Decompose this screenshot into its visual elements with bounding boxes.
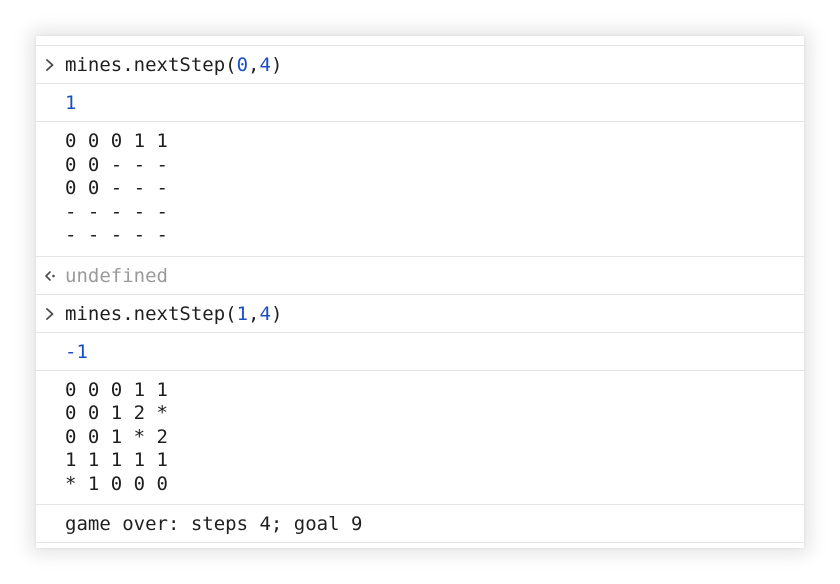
console-input-line[interactable]: mines.nextStep(1,4) <box>36 295 804 333</box>
grid-row: 0 0 1 2 * <box>65 402 168 424</box>
console-log-grid: 0 0 0 1 1 0 0 - - - 0 0 - - - - - - - - … <box>36 122 804 257</box>
chevron-right-icon <box>42 46 58 84</box>
return-arrow-icon <box>42 257 58 295</box>
console-log-grid: 0 0 0 1 1 0 0 1 2 * 0 0 1 * 2 1 1 1 1 1 … <box>36 371 804 505</box>
console-return-line: undefined <box>36 257 804 295</box>
console-log-line: 1 <box>36 84 804 122</box>
grid-row: - - - - - <box>65 224 168 246</box>
grid-row: 1 1 1 1 1 <box>65 449 168 471</box>
grid-row: 0 0 0 1 1 <box>65 130 168 152</box>
console-message-line: game over: steps 4; goal 9 <box>36 505 804 543</box>
grid-row: 0 0 - - - <box>65 177 168 199</box>
log-value: 1 <box>65 92 77 114</box>
return-value: undefined <box>65 264 168 287</box>
previous-entry-stub <box>36 36 804 46</box>
log-value: -1 <box>65 340 88 363</box>
command-text: mines.nextStep(0,4) <box>65 54 283 76</box>
console-log-line: -1 <box>36 333 804 371</box>
grid-row: 0 0 - - - <box>65 153 168 176</box>
grid-row: 0 0 1 * 2 <box>65 425 168 448</box>
grid-row: * 1 0 0 0 <box>65 472 168 495</box>
grid-row: - - - - - <box>65 200 168 223</box>
command-text: mines.nextStep(1,4) <box>65 302 283 325</box>
game-over-message: game over: steps 4; goal 9 <box>65 513 363 535</box>
console-output: mines.nextStep(0,4) 1 0 0 0 1 1 0 0 - - … <box>36 36 804 548</box>
grid-row: 0 0 0 1 1 <box>65 378 168 401</box>
console-window: mines.nextStep(0,4) 1 0 0 0 1 1 0 0 - - … <box>36 36 804 548</box>
console-input-line[interactable]: mines.nextStep(0,4) <box>36 46 804 84</box>
chevron-right-icon <box>42 295 58 333</box>
